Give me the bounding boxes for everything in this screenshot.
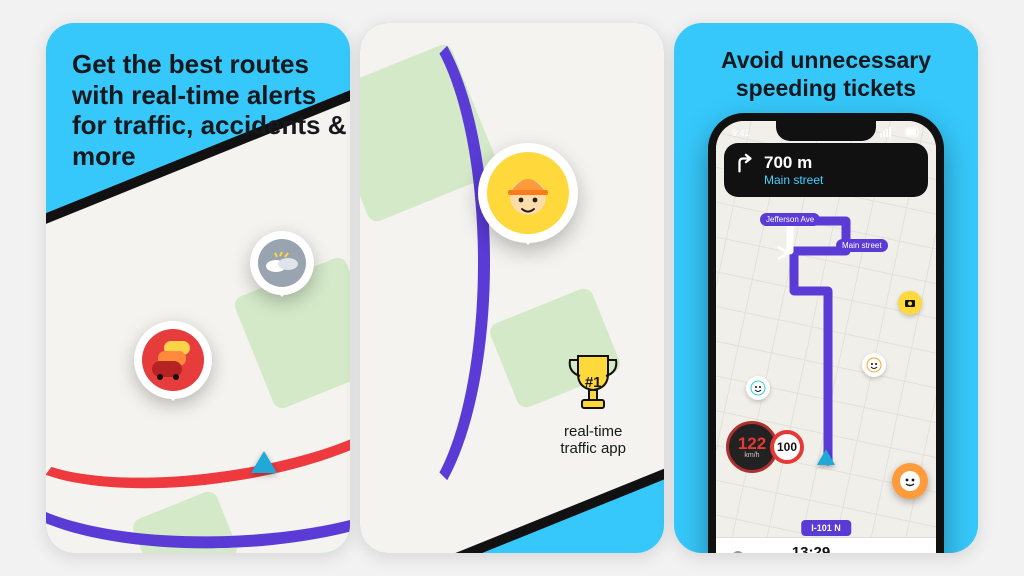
direction-distance: 700 m <box>764 153 916 173</box>
turn-right-icon <box>734 153 756 175</box>
current-location-cursor <box>817 449 835 465</box>
accident-icon <box>258 239 306 287</box>
street-label-main: Main street <box>836 239 888 252</box>
speed-camera-icon[interactable] <box>898 291 922 315</box>
panel1-headline: Get the best routes with real-time alert… <box>72 49 350 172</box>
direction-banner[interactable]: 700 m Main street <box>724 143 928 197</box>
status-icons <box>880 127 920 139</box>
hazard-pin[interactable] <box>478 143 578 243</box>
search-icon <box>731 550 747 554</box>
direction-street: Main street <box>764 173 916 187</box>
speed-limit-sign: 100 <box>770 430 804 464</box>
phone-mockup: 9:41 700 m Main street Jefferson Ave Mai… <box>708 113 944 553</box>
report-button[interactable] <box>892 463 928 499</box>
promo-panel-3: Avoid unnecessary speeding tickets 9:41 … <box>674 23 978 553</box>
eta-time: 13:29 <box>752 544 870 553</box>
trophy-badge: #1 real-time traffic app <box>560 350 626 470</box>
speed-cluster[interactable]: 122 km/h 100 <box>726 421 804 473</box>
wazer-icon[interactable] <box>862 353 886 377</box>
promo-panel-2: #1 real-time traffic app <box>360 23 664 553</box>
current-speed-value: 122 <box>738 435 766 452</box>
wazer-icon[interactable] <box>746 376 770 400</box>
vehicle-icon <box>904 551 922 554</box>
current-speed-unit: km/h <box>744 452 759 459</box>
current-location-cursor <box>251 451 277 473</box>
eta-block: 13:29 48 min ⚡ 20 km. <box>752 544 870 553</box>
promo-panel-1: Get the best routes with real-time alert… <box>46 23 350 553</box>
trophy-label: real-time traffic app <box>560 423 626 458</box>
sound-icon <box>875 550 891 554</box>
phone-notch <box>776 121 876 141</box>
street-label-jefferson: Jefferson Ave <box>760 213 820 226</box>
panel3-headline: Avoid unnecessary speeding tickets <box>674 47 978 102</box>
route-primary-line <box>46 380 350 553</box>
trophy-rank: #1 <box>560 374 626 391</box>
phone-screen: 9:41 700 m Main street Jefferson Ave Mai… <box>716 121 936 553</box>
eta-bar[interactable]: I-101 N 13:29 48 min ⚡ 20 km. <box>716 537 936 553</box>
construction-worker-icon <box>487 152 569 234</box>
vehicle-button[interactable] <box>900 545 926 554</box>
status-time: 9:41 <box>732 128 750 138</box>
traffic-jam-icon <box>142 329 204 391</box>
accident-pin[interactable] <box>250 231 314 295</box>
highway-badge: I-101 N <box>801 520 851 536</box>
search-button[interactable] <box>726 545 752 554</box>
report-icon <box>899 470 921 492</box>
sound-button[interactable] <box>870 545 896 554</box>
traffic-pin[interactable] <box>134 321 212 399</box>
